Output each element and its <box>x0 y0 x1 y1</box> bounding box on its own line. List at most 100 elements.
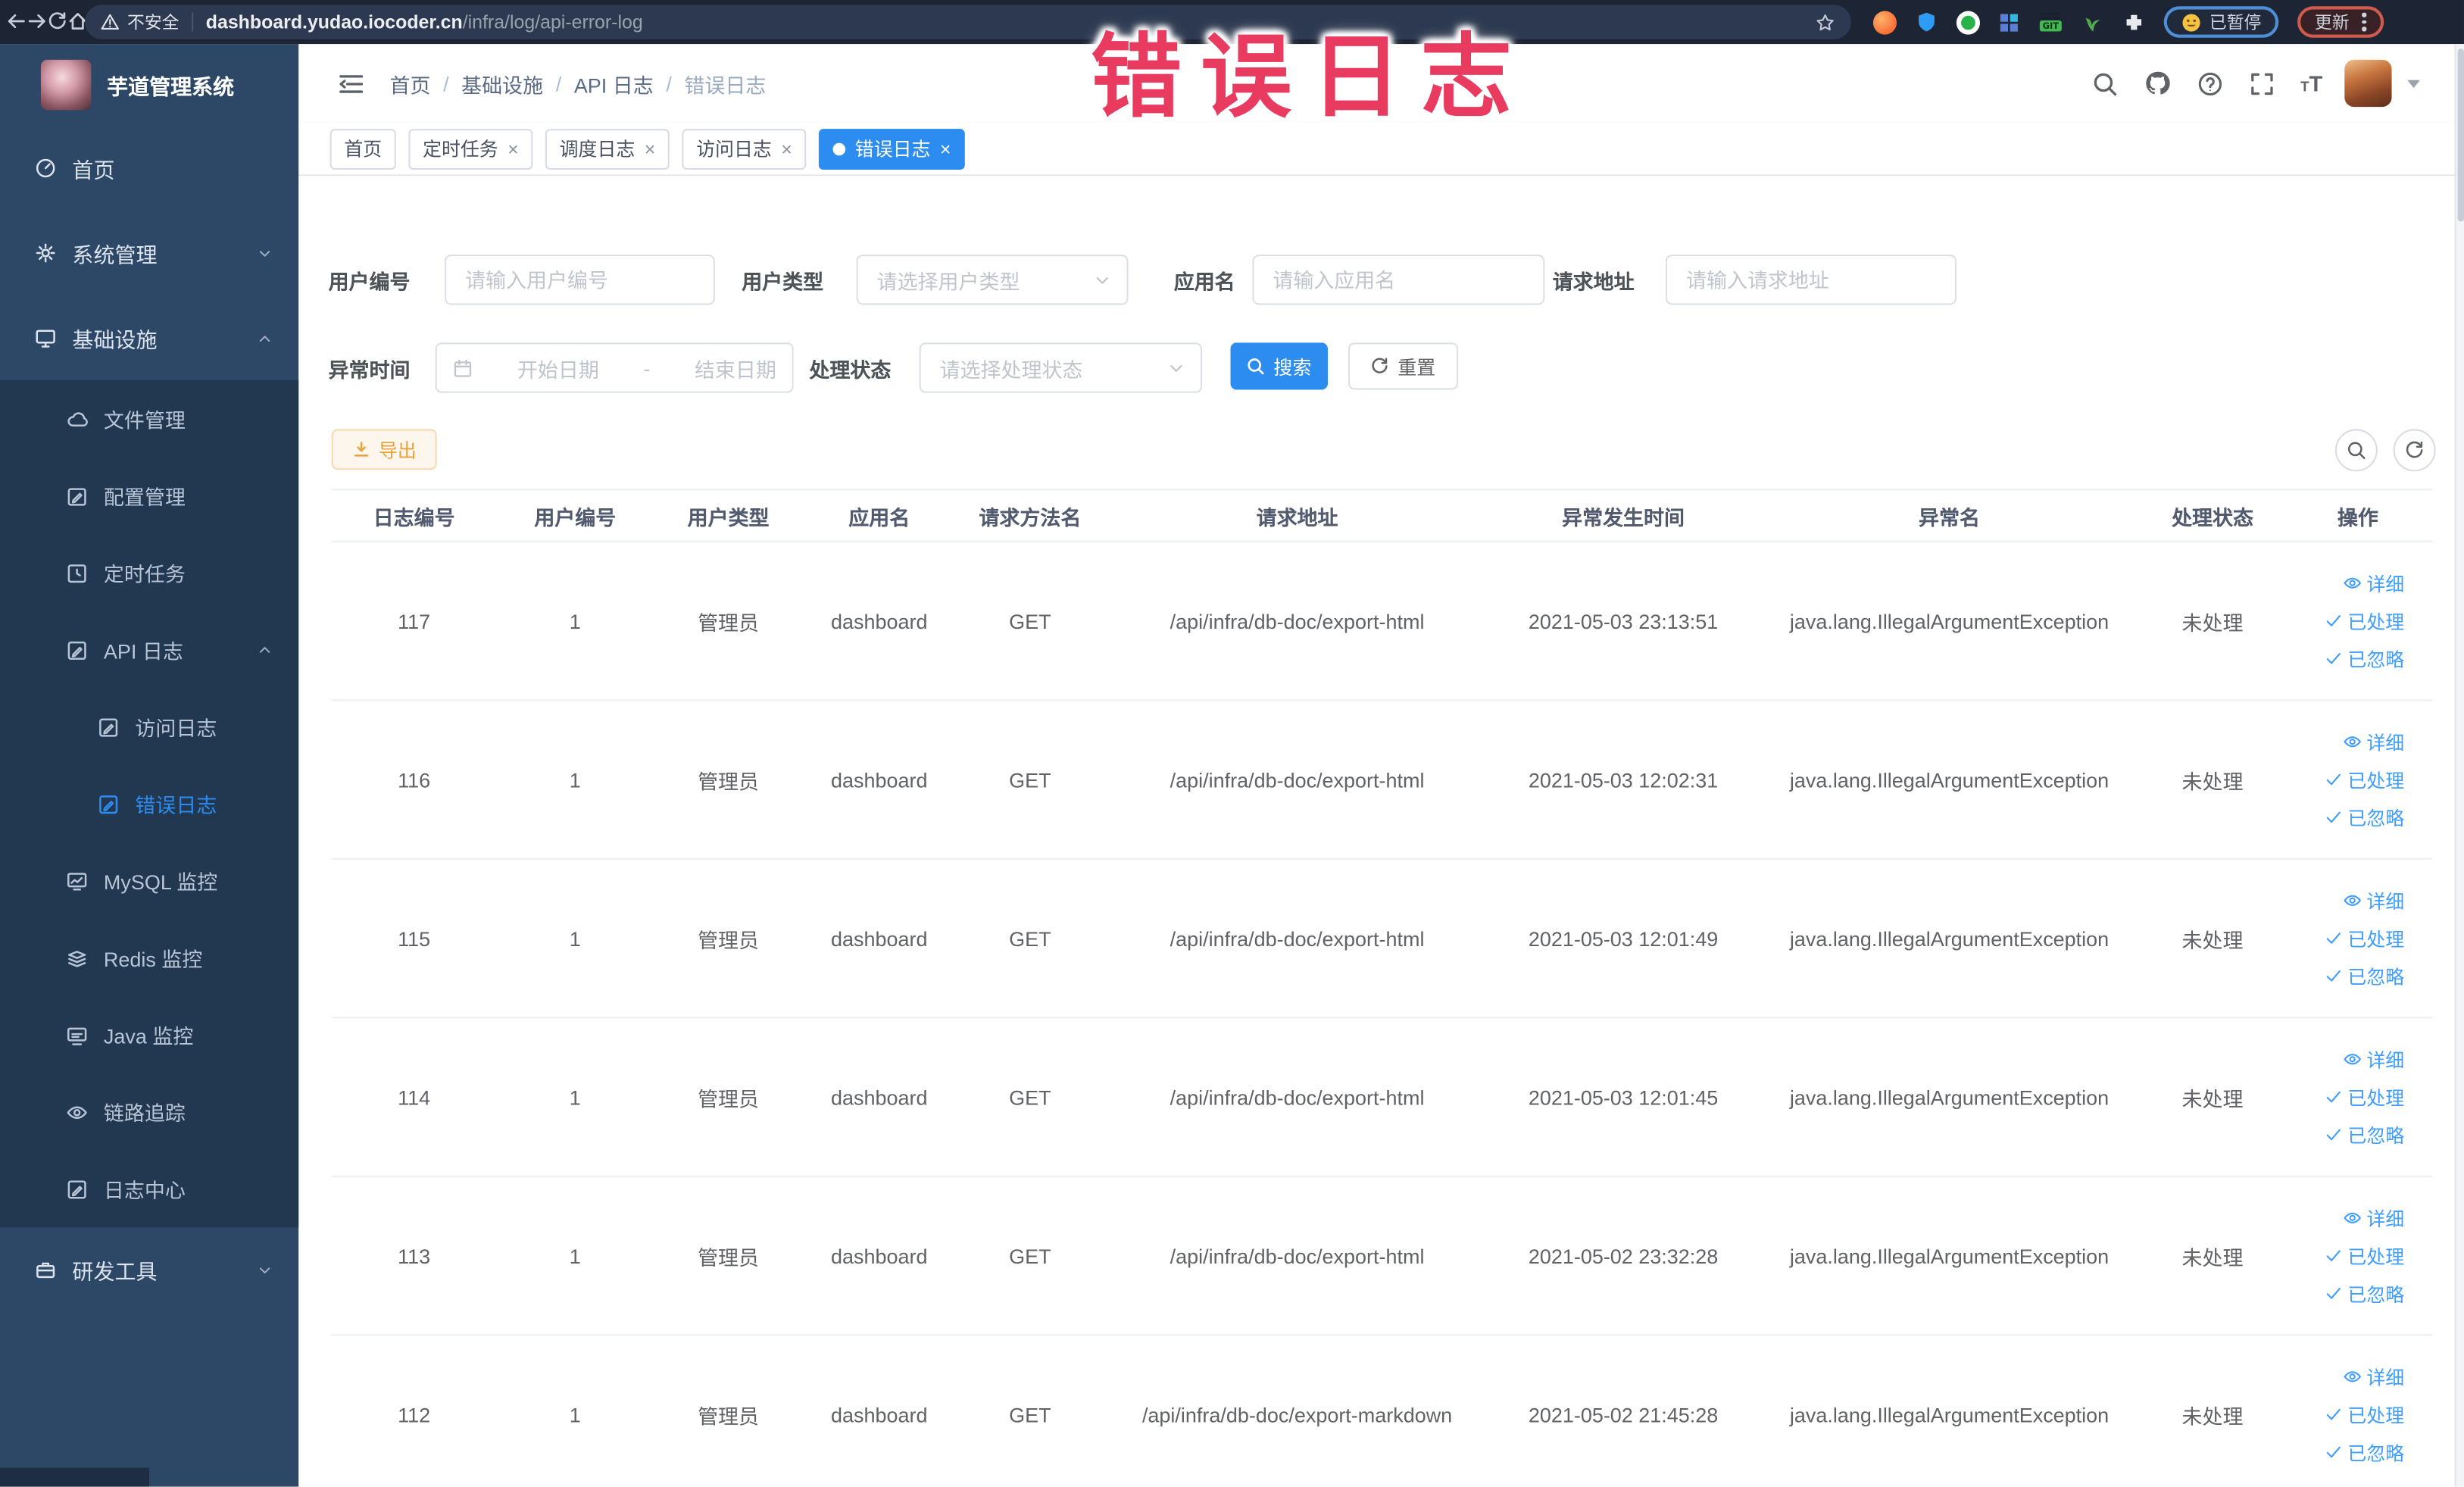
breadcrumb: 首页 / 基础设施 / API 日志 / 错误日志 <box>390 44 767 123</box>
sidebar-item-dev-tools[interactable]: 研发工具 <box>0 1227 298 1312</box>
action-详细[interactable]: 详细 <box>2343 729 2404 755</box>
browser-reload-icon[interactable] <box>47 11 67 32</box>
user-type-select[interactable]: 请选择用户类型 <box>856 255 1129 305</box>
orange-extension-icon[interactable] <box>1872 10 1897 34</box>
sidebar-item-config[interactable]: 配置管理 <box>0 457 299 535</box>
help-icon[interactable] <box>2197 70 2223 96</box>
toggle-search-button[interactable] <box>2334 429 2378 472</box>
address-bar[interactable]: 不安全 dashboard.yudao.iocoder.cn/infra/log… <box>85 5 1851 39</box>
action-已处理[interactable]: 已处理 <box>2324 1401 2404 1428</box>
action-详细[interactable]: 详细 <box>2343 570 2404 596</box>
url-path[interactable]: /infra/log/api-error-log <box>463 11 643 33</box>
export-button[interactable]: 导出 <box>331 429 437 470</box>
scrollbar[interactable] <box>2454 44 2464 1487</box>
sidebar-item-mysql[interactable]: MySQL 监控 <box>0 842 299 920</box>
breadcrumb-item[interactable]: 基础设施 <box>461 68 543 98</box>
cell-url: /api/infra/db-doc/export-html <box>1170 608 1425 633</box>
sidebar-item-job[interactable]: 定时任务 <box>0 534 299 612</box>
tab-定时任务[interactable]: 定时任务 × <box>408 128 533 170</box>
font-size-icon[interactable]: TT <box>2300 72 2322 94</box>
sidebar-item-trace[interactable]: 链路追踪 <box>0 1073 299 1151</box>
tab-访问日志[interactable]: 访问日志 × <box>682 128 807 170</box>
sidebar-item-java[interactable]: Java 监控 <box>0 996 299 1073</box>
sidebar-item-home[interactable]: 首页 <box>0 126 298 211</box>
sidebar-item-api-log[interactable]: API 日志 <box>0 611 299 689</box>
action-已处理[interactable]: 已处理 <box>2324 1242 2404 1269</box>
action-已忽略[interactable]: 已忽略 <box>2324 1280 2404 1307</box>
action-已忽略[interactable]: 已忽略 <box>2324 1439 2404 1465</box>
grid-extension-icon[interactable] <box>1999 12 2019 33</box>
avatar[interactable] <box>2344 59 2392 108</box>
check-icon <box>2324 649 2343 668</box>
action-详细[interactable]: 详细 <box>2343 1364 2404 1390</box>
close-icon[interactable]: × <box>507 139 519 158</box>
scrollbar-thumb[interactable] <box>2457 48 2464 222</box>
sidebar-item-infra[interactable]: 基础设施 <box>0 295 298 380</box>
fullscreen-icon[interactable] <box>2249 70 2275 96</box>
action-已忽略[interactable]: 已忽略 <box>2324 645 2404 672</box>
sidebar-item-label: MySQL 监控 <box>103 870 218 895</box>
tab-错误日志[interactable]: 错误日志 × <box>819 128 966 170</box>
sidebar-item-file[interactable]: 文件管理 <box>0 380 299 458</box>
paused-profile-chip[interactable]: 已暂停 <box>2163 6 2279 38</box>
cell-app: dashboard <box>830 608 928 633</box>
sidebar-item-error-log[interactable]: 错误日志 <box>0 765 299 842</box>
plant-extension-icon[interactable] <box>2082 11 2104 33</box>
close-icon[interactable]: × <box>940 139 951 158</box>
action-已忽略[interactable]: 已忽略 <box>2324 963 2404 989</box>
search-icon[interactable] <box>2091 70 2118 96</box>
app-name-input[interactable] <box>1252 255 1545 305</box>
action-已忽略[interactable]: 已忽略 <box>2324 804 2404 830</box>
request-url-input[interactable] <box>1666 255 1957 305</box>
action-详细[interactable]: 详细 <box>2343 1204 2404 1231</box>
tab-label: 首页 <box>344 138 383 161</box>
refresh-table-button[interactable] <box>2393 429 2436 472</box>
sidebar-item-system[interactable]: 系统管理 <box>0 211 298 295</box>
monitor-icon <box>35 327 57 349</box>
action-已处理[interactable]: 已处理 <box>2324 925 2404 951</box>
user-id-input[interactable] <box>445 255 715 305</box>
close-icon[interactable]: × <box>645 139 656 158</box>
browser-forward-icon[interactable] <box>27 11 47 32</box>
git-extension-icon[interactable]: GIT <box>2038 11 2063 33</box>
update-browser-button[interactable]: 更新 <box>2297 6 2384 38</box>
search-button[interactable]: 搜索 <box>1230 342 1329 390</box>
blue-shield-extension-icon[interactable] <box>1916 11 1938 33</box>
eye-icon <box>2343 573 2362 592</box>
breadcrumb-item[interactable]: 首页 <box>390 68 431 98</box>
cell-actions: 详细已处理已忽略 <box>2283 1204 2432 1307</box>
bookmark-star-icon[interactable] <box>1815 12 1835 33</box>
sidebar-collapse-icon[interactable] <box>338 70 364 97</box>
security-warning-icon[interactable] <box>101 13 120 32</box>
cell-exception: java.lang.IllegalArgumentException <box>1789 608 2110 633</box>
green-circle-extension-icon[interactable] <box>1956 10 1980 34</box>
puzzle-extensions-icon[interactable] <box>2123 11 2145 33</box>
action-已忽略[interactable]: 已忽略 <box>2324 1121 2404 1148</box>
browser-menu-icon[interactable] <box>2362 13 2366 31</box>
reset-button[interactable]: 重置 <box>1348 342 1459 390</box>
action-已处理[interactable]: 已处理 <box>2324 1083 2404 1110</box>
action-已处理[interactable]: 已处理 <box>2324 608 2404 634</box>
sidebar-item-access-log[interactable]: 访问日志 <box>0 688 299 766</box>
sidebar-item-log-center[interactable]: 日志中心 <box>0 1150 299 1228</box>
action-详细[interactable]: 详细 <box>2343 1046 2404 1073</box>
browser-back-icon[interactable] <box>6 11 27 32</box>
close-icon[interactable]: × <box>781 139 792 158</box>
exception-time-range-picker[interactable]: 开始日期 - 结束日期 <box>435 342 794 393</box>
github-icon[interactable] <box>2144 69 2172 97</box>
sidebar-item-redis[interactable]: Redis 监控 <box>0 919 299 997</box>
filter-process-status: 处理状态 请选择处理状态 <box>809 342 1203 393</box>
action-已处理[interactable]: 已处理 <box>2324 766 2404 792</box>
field-label: 用户类型 <box>742 269 824 293</box>
process-status-select[interactable]: 请选择处理状态 <box>919 342 1203 393</box>
user-menu[interactable] <box>2344 59 2420 108</box>
cell-method: GET <box>1009 608 1051 633</box>
logo-area[interactable]: 芋道管理系统 <box>0 44 298 126</box>
url-host[interactable]: dashboard.yudao.iocoder.cn <box>206 11 463 33</box>
action-详细[interactable]: 详细 <box>2343 887 2404 914</box>
refresh-icon <box>1371 357 1390 376</box>
security-label[interactable]: 不安全 <box>127 9 179 34</box>
tab-调度日志[interactable]: 调度日志 × <box>545 128 670 170</box>
tab-首页[interactable]: 首页 <box>329 128 396 170</box>
breadcrumb-item[interactable]: API 日志 <box>574 68 654 98</box>
